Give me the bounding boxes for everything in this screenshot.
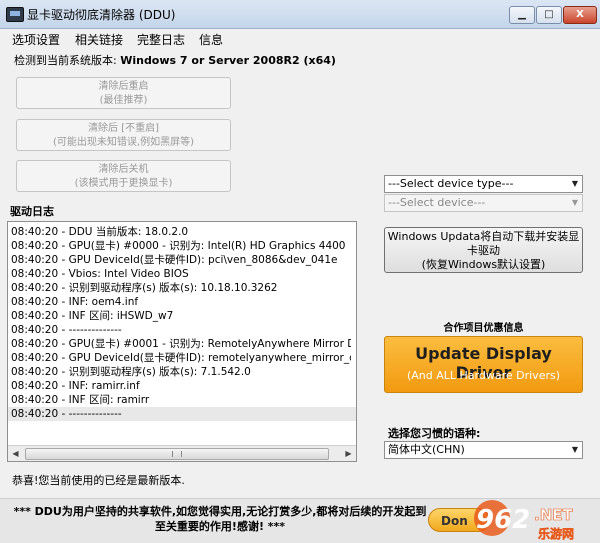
- language-value: 简体中文(CHN): [388, 443, 465, 456]
- device-select[interactable]: ---Select device--- ▼: [384, 194, 583, 212]
- title-bar: 显卡驱动彻底清除器 (DDU) ▁ □ X: [0, 0, 600, 29]
- device-type-select[interactable]: ---Select device type--- ▼: [384, 175, 583, 193]
- log-line: 08:40:20 - 识别到驱动程序(s) 版本(s): 7.1.542.0: [11, 366, 251, 378]
- button-label-cont: 卡驱动: [467, 244, 500, 257]
- button-sublabel: (可能出现未知错误,例如黑屏等): [53, 137, 194, 148]
- menu-info[interactable]: 信息: [199, 31, 223, 48]
- log-line-selected: 08:40:20 - --------------: [8, 407, 356, 421]
- log-line: 08:40:20 - INF: oem4.inf: [11, 296, 139, 308]
- menu-links[interactable]: 相关链接: [75, 31, 123, 48]
- donation-message: *** DDU为用户坚持的共享软件,如您觉得实用,无论打赏多少,都将对后续的开发…: [13, 505, 427, 533]
- language-select[interactable]: 简体中文(CHN) ▼: [384, 441, 583, 459]
- button-label: 清除后重启: [98, 81, 149, 92]
- watermark-number: 962: [476, 505, 530, 535]
- log-horizontal-scrollbar[interactable]: ◀ ▶: [8, 445, 356, 461]
- device-value: ---Select device---: [388, 196, 486, 209]
- scroll-right-icon[interactable]: ▶: [341, 446, 356, 461]
- clean-no-restart-button[interactable]: 清除后 [不重启] (可能出现未知错误,例如黑屏等): [16, 119, 231, 151]
- chevron-down-icon: ▼: [571, 179, 578, 188]
- log-line: 08:40:20 - Vbios: Intel Video BIOS: [11, 268, 189, 280]
- watermark-sub: 乐游网: [538, 526, 574, 541]
- clean-and-shutdown-button[interactable]: 清除后关机 (该模式用于更换显卡): [16, 160, 231, 192]
- log-line: 08:40:20 - 识别到驱动程序(s) 版本(s): 10.18.10.32…: [11, 282, 278, 294]
- menu-options[interactable]: 选项设置: [12, 31, 60, 48]
- promo-subtitle: (And ALL Hardware Drivers): [406, 369, 561, 382]
- log-line: 08:40:20 - INF 区间: ramirr: [11, 394, 150, 406]
- log-line: 08:40:20 - GPU(显卡) #0001 - 识别为: Remotely…: [11, 338, 351, 350]
- grip-icon: [172, 451, 182, 457]
- driver-log[interactable]: 08:40:20 - DDU 当前版本: 18.0.2.0 08:40:20 -…: [7, 221, 357, 462]
- menu-bar: 选项设置 相关链接 完整日志 信息: [0, 28, 600, 48]
- device-type-value: ---Select device type---: [388, 177, 514, 190]
- scroll-left-icon[interactable]: ◀: [8, 446, 23, 461]
- button-sublabel: (该模式用于更换显卡): [74, 178, 173, 189]
- partner-offers-label: 合作项目优惠信息: [443, 323, 524, 334]
- chevron-down-icon: ▼: [571, 198, 578, 207]
- update-status: 恭喜!您当前使用的已经是最新版本.: [12, 474, 185, 487]
- watermark-logo: 962 .NET 乐游网: [474, 500, 574, 541]
- detected-os-prefix: 检测到当前系统版本:: [14, 54, 121, 67]
- log-line: 08:40:20 - --------------: [11, 324, 122, 336]
- watermark-suffix: .NET: [534, 506, 573, 524]
- log-line: 08:40:20 - GPU(显卡) #0000 - 识别为: Intel(R)…: [11, 240, 346, 252]
- window-title: 显卡驱动彻底清除器 (DDU): [27, 8, 176, 22]
- log-section-label: 驱动日志: [10, 205, 54, 218]
- button-label: 清除后 [不重启]: [88, 123, 159, 134]
- log-line: 08:40:20 - DDU 当前版本: 18.0.2.0: [11, 226, 189, 238]
- scrollbar-thumb[interactable]: [25, 448, 329, 460]
- chevron-down-icon: ▼: [571, 445, 578, 454]
- update-driver-banner[interactable]: Update Display Driver (And ALL Hardware …: [384, 336, 583, 393]
- app-icon: [6, 7, 24, 22]
- button-sublabel: (恢复Windows默认设置): [421, 258, 546, 271]
- button-sublabel: (最佳推荐): [99, 95, 148, 106]
- clean-and-restart-button[interactable]: 清除后重启 (最佳推荐): [16, 77, 231, 109]
- log-line: 08:40:20 - INF 区间: iHSWD_w7: [11, 310, 174, 322]
- windows-update-button[interactable]: Windows Updata将自动下载并安装显 卡驱动 (恢复Windows默认…: [384, 227, 583, 273]
- log-line: 08:40:20 - GPU DeviceId(显卡硬件ID): remotel…: [11, 352, 351, 364]
- language-label: 选择您习惯的语种:: [388, 427, 481, 440]
- maximize-button[interactable]: □: [536, 6, 562, 24]
- log-line: 08:40:20 - GPU DeviceId(显卡硬件ID): pci\ven…: [11, 254, 338, 266]
- button-label: 清除后关机: [98, 164, 149, 175]
- minimize-button[interactable]: ▁: [509, 6, 535, 24]
- menu-full-log[interactable]: 完整日志: [137, 31, 185, 48]
- close-button[interactable]: X: [563, 6, 597, 24]
- log-line: 08:40:20 - INF: ramirr.inf: [11, 380, 140, 392]
- detected-os-value: Windows 7 or Server 2008R2 (x64): [120, 54, 336, 67]
- button-label: Windows Updata将自动下载并安装显: [387, 230, 580, 243]
- detected-os-line: 检测到当前系统版本: Windows 7 or Server 2008R2 (x…: [14, 52, 336, 68]
